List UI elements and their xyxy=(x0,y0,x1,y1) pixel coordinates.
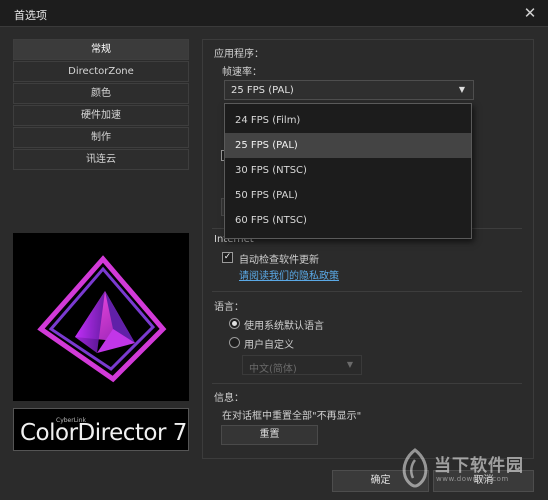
language-select[interactable]: 中文(简体) ▼ xyxy=(242,355,362,375)
check-icon: ✓ xyxy=(223,252,232,262)
language-heading: 语言： xyxy=(214,302,244,313)
sidebar: 常规 DirectorZone 颜色 硬件加速 制作 讯连云 xyxy=(13,39,189,171)
section-divider xyxy=(212,291,522,292)
product-logo xyxy=(13,233,189,401)
sidebar-item-cloud[interactable]: 讯连云 xyxy=(13,149,189,170)
watermark-text: 当下软件园 xyxy=(434,456,524,476)
brand-name: ColorDirector 7 xyxy=(20,420,187,446)
pyramid-logo-icon xyxy=(37,255,167,383)
chevron-down-icon: ▼ xyxy=(458,85,465,94)
sidebar-item-produce[interactable]: 制作 xyxy=(13,127,189,148)
auto-update-label: 自动检查软件更新 xyxy=(239,255,319,266)
section-divider xyxy=(212,383,522,384)
frame-rate-option[interactable]: 60 FPS (NTSC) xyxy=(225,208,471,233)
watermark-url: www.downxia.com xyxy=(436,475,509,483)
reset-button[interactable]: 重置 xyxy=(221,425,318,445)
info-heading: 信息： xyxy=(214,393,244,404)
reset-dont-show-text: 在对话框中重置全部"不再显示" xyxy=(222,411,362,422)
frame-rate-select[interactable]: 25 FPS (PAL) ▼ xyxy=(224,80,474,100)
sidebar-item-general[interactable]: 常规 xyxy=(13,39,189,60)
frame-rate-option[interactable]: 30 FPS (NTSC) xyxy=(225,158,471,183)
window-title: 首选项 xyxy=(14,9,47,22)
settings-panel xyxy=(202,39,534,459)
sidebar-item-directorzone[interactable]: DirectorZone xyxy=(13,61,189,82)
frame-rate-option[interactable]: 50 FPS (PAL) xyxy=(225,183,471,208)
custom-language-radio[interactable] xyxy=(229,337,240,348)
frame-rate-option[interactable]: 24 FPS (Film) xyxy=(225,108,471,133)
product-brand: CyberLink ColorDirector 7 xyxy=(13,408,189,451)
application-heading: 应用程序： xyxy=(214,49,264,60)
auto-update-checkbox[interactable]: ✓ xyxy=(222,252,233,263)
frame-rate-value: 25 FPS (PAL) xyxy=(231,85,294,96)
title-bar: 首选项 ✕ xyxy=(0,0,548,27)
frame-rate-dropdown-list: 24 FPS (Film) 25 FPS (PAL) 30 FPS (NTSC)… xyxy=(224,103,472,239)
privacy-policy-link[interactable]: 请阅读我们的隐私政策 xyxy=(239,267,339,282)
system-language-radio[interactable] xyxy=(229,318,240,329)
custom-language-label: 用户自定义 xyxy=(244,340,294,351)
sidebar-item-hardware-acceleration[interactable]: 硬件加速 xyxy=(13,105,189,126)
chevron-down-icon: ▼ xyxy=(346,360,353,369)
system-language-label: 使用系统默认语言 xyxy=(244,321,324,332)
close-icon[interactable]: ✕ xyxy=(520,3,540,23)
language-value: 中文(简体) xyxy=(249,364,297,375)
watermark: 当下软件园 www.downxia.com xyxy=(398,446,538,492)
frame-rate-option[interactable]: 25 FPS (PAL) xyxy=(225,133,471,158)
sidebar-item-color[interactable]: 颜色 xyxy=(13,83,189,104)
watermark-logo-icon xyxy=(402,448,428,488)
frame-rate-label: 帧速率： xyxy=(222,67,262,78)
